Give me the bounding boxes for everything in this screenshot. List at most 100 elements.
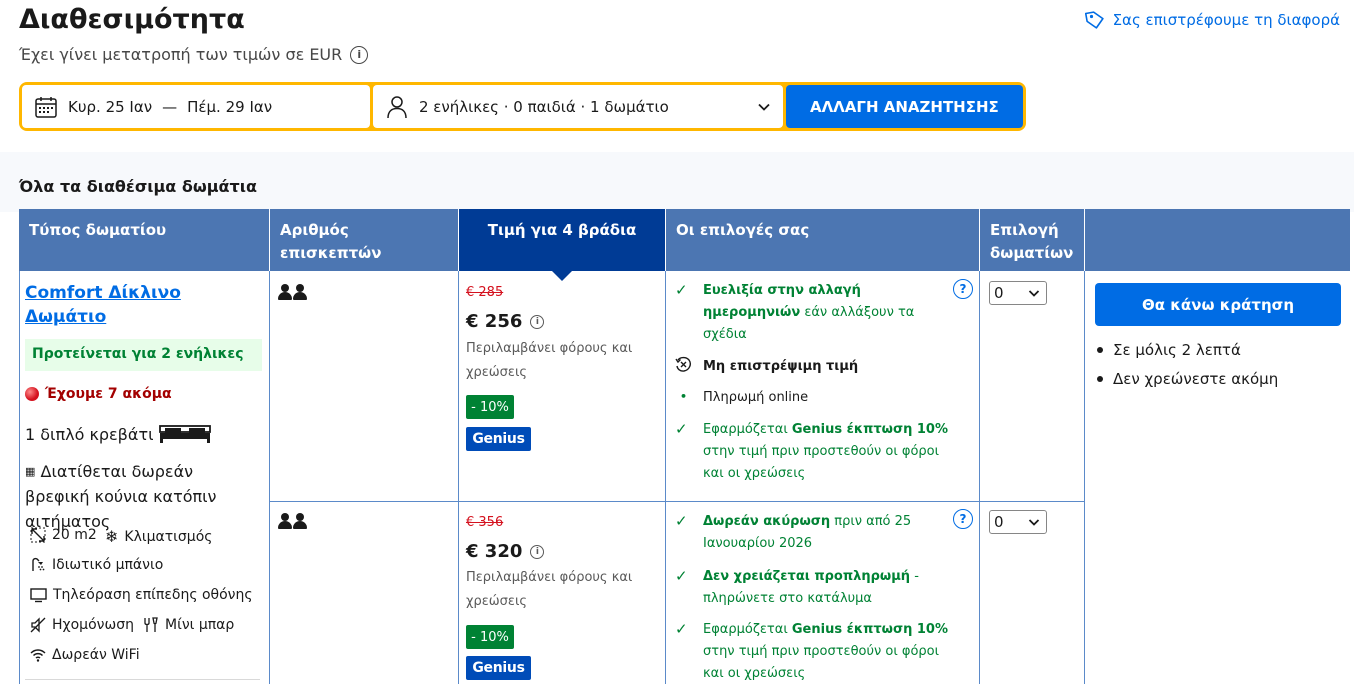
check-icon: ✓ <box>675 567 688 585</box>
amenity-soundproof-text: Ηχομόνωση <box>52 617 134 633</box>
booking-note-text: Δεν χρεώνεστε ακόμη <box>1113 370 1279 388</box>
header-options: Οι επιλογές σας <box>666 209 979 271</box>
check-icon: ✓ <box>675 512 688 530</box>
guests-2-adults-icon <box>278 513 307 529</box>
discount-badge: - 10% <box>466 395 514 419</box>
amenity-ac: ❄ Κλιματισμός <box>105 527 212 546</box>
current-price: € 320 i <box>466 541 545 562</box>
currency-note-text: Έχει γίνει μετατροπή των τιμών σε EUR <box>19 45 343 64</box>
option-genius-discount: ✓ Εφαρμόζεται Genius έκπτωση 10% στην τι… <box>675 419 950 485</box>
option-bold: Genius έκπτωση 10% <box>791 622 948 637</box>
crib-info: ▦ Διατίθεται δωρεάν βρεφική κούνια κατόπ… <box>25 459 260 534</box>
room-quantity-select[interactable]: 0 <box>989 510 1047 534</box>
minibar-icon <box>144 617 158 632</box>
check-in-date: Κυρ. 25 Ιαν <box>68 97 153 116</box>
scarcity-message: Έχουμε 7 ακόμα <box>25 386 172 402</box>
chevron-down-icon <box>758 103 770 111</box>
person-icon <box>293 284 307 300</box>
help-icon[interactable]: ? <box>953 279 973 299</box>
person-icon <box>278 513 292 529</box>
current-price-text: € 320 <box>466 541 523 562</box>
bed-info: 1 διπλό κρεβάτι <box>25 424 212 444</box>
amenity-bathroom: Ιδιωτικό μπάνιο <box>30 557 163 573</box>
help-icon[interactable]: ? <box>953 509 973 529</box>
taxes-note: Περιλαμβάνει φόρους και χρεώσεις <box>466 570 633 609</box>
option-no-prepayment: ✓ Δεν χρειάζεται προπληρωμή - πληρώνετε … <box>675 566 950 610</box>
guests-text: 2 ενήλικες · 0 παιδιά · 1 δωμάτιο <box>418 97 669 116</box>
snowflake-icon: ❄ <box>105 527 119 546</box>
divider <box>25 679 260 680</box>
recommended-badge: Προτείνεται για 2 ενήλικες <box>25 339 262 371</box>
amenity-size-text: 20 m2 <box>52 527 97 543</box>
option-bold: Μη επιστρέψιμη τιμή <box>703 359 859 374</box>
change-search-button[interactable]: ΑΛΛΑΓΗ ΑΝΑΖΗΤΗΣΗΣ <box>785 85 1023 128</box>
amenity-tv: Τηλεόραση επίπεδης οθόνης <box>30 587 253 603</box>
person-icon <box>278 284 292 300</box>
check-out-date: Πέμ. 29 Ιαν <box>187 97 273 116</box>
amenity-ac-text: Κλιματισμός <box>124 528 213 545</box>
sort-indicator <box>551 270 573 281</box>
grid-line <box>979 271 980 684</box>
genius-logo: Genius <box>466 656 531 680</box>
check-icon: ✓ <box>675 281 688 299</box>
option-bold: Δωρεάν ακύρωση <box>703 514 831 529</box>
room-name-link[interactable]: Comfort Δίκλινο Δωμάτιο <box>25 281 225 329</box>
booking-note-text: Σε μόλις 2 λεπτά <box>1113 341 1241 359</box>
grid-line <box>665 271 666 684</box>
option-text: στην τιμή πριν προστεθούν οι φόροι και ο… <box>703 444 940 481</box>
price-match-link[interactable]: Σας επιστρέφουμε τη διαφορά <box>1084 10 1340 30</box>
crib-text: Διατίθεται δωρεάν βρεφική κούνια κατόπιν… <box>25 462 217 531</box>
current-price: € 256 i <box>466 311 545 332</box>
amenity-soundproof: Ηχομόνωση <box>30 617 134 633</box>
reserve-button[interactable]: Θα κάνω κράτηση <box>1095 283 1341 326</box>
grid-line <box>269 501 1085 502</box>
grid-line <box>1084 271 1085 684</box>
info-icon[interactable]: i <box>530 544 545 559</box>
rooms-heading: Όλα τα διαθέσιμα δωμάτια <box>19 177 257 196</box>
original-price: € 356 <box>466 515 504 530</box>
option-bold: Genius έκπτωση 10% <box>791 422 948 437</box>
room-quantity-value: 0 <box>994 513 1004 531</box>
check-icon: ✓ <box>675 420 688 438</box>
bullet-icon: • <box>679 390 688 403</box>
discount-badge: - 10% <box>466 625 514 649</box>
info-icon[interactable]: i <box>530 314 545 329</box>
amenity-wifi-text: Δωρεάν WiFi <box>52 647 140 663</box>
current-price-text: € 256 <box>466 311 523 332</box>
chevron-down-icon <box>1028 519 1040 526</box>
guests-summary: 2 ενήλικες · 0 παιδιά · 1 δωμάτιο <box>385 95 669 119</box>
header-select-rooms: Επιλογή δωματίων <box>980 209 1084 271</box>
option-text: Εφαρμόζεται <box>703 622 792 637</box>
bed-text: 1 διπλό κρεβάτι <box>25 424 154 444</box>
guests-selector[interactable]: 2 ενήλικες · 0 παιδιά · 1 δωμάτιο <box>372 85 783 128</box>
double-bed-icon <box>159 425 212 443</box>
price-match-text: Σας επιστρέφουμε τη διαφορά <box>1112 11 1340 29</box>
person-icon <box>293 513 307 529</box>
booking-note: Δεν χρεώνεστε ακόμη <box>1097 370 1278 388</box>
date-picker[interactable]: Κυρ. 25 Ιαν — Πέμ. 29 Ιαν <box>22 85 370 128</box>
header-guests[interactable]: Αριθμός επισκεπτών <box>270 209 458 271</box>
option-online-payment: • Πληρωμή online <box>675 387 950 409</box>
header-room-type[interactable]: Τύπος δωματίου <box>19 209 269 271</box>
bullet-icon <box>1097 347 1103 353</box>
amenity-tv-text: Τηλεόραση επίπεδης οθόνης <box>53 587 253 603</box>
room-quantity-select[interactable]: 0 <box>989 281 1047 305</box>
tv-icon <box>30 588 47 603</box>
person-icon <box>387 95 407 118</box>
header-booking <box>1085 209 1350 271</box>
room-size-icon <box>30 527 46 543</box>
grid-line <box>458 271 459 684</box>
genius-logo: Genius <box>466 427 531 451</box>
scarcity-text: Έχουμε 7 ακόμα <box>45 386 172 402</box>
header-price[interactable]: Τιμή για 4 βράδια <box>459 209 665 271</box>
info-icon[interactable]: i <box>350 45 369 64</box>
page-title: Διαθεσιμότητα <box>19 4 245 35</box>
chevron-down-icon <box>1028 290 1040 297</box>
option-text: στην τιμή πριν προστεθούν οι φόροι και ο… <box>703 644 940 681</box>
amenity-minibar-text: Μίνι μπαρ <box>165 617 235 633</box>
option-genius-discount: ✓ Εφαρμόζεται Genius έκπτωση 10% στην τι… <box>675 619 950 684</box>
search-bar: Κυρ. 25 Ιαν — Πέμ. 29 Ιαν 2 ενήλικες · 0… <box>19 82 1026 131</box>
option-non-refundable: Μη επιστρέψιμη τιμή <box>675 356 950 378</box>
date-separator: — <box>162 97 178 116</box>
bullet-icon <box>1097 376 1103 382</box>
